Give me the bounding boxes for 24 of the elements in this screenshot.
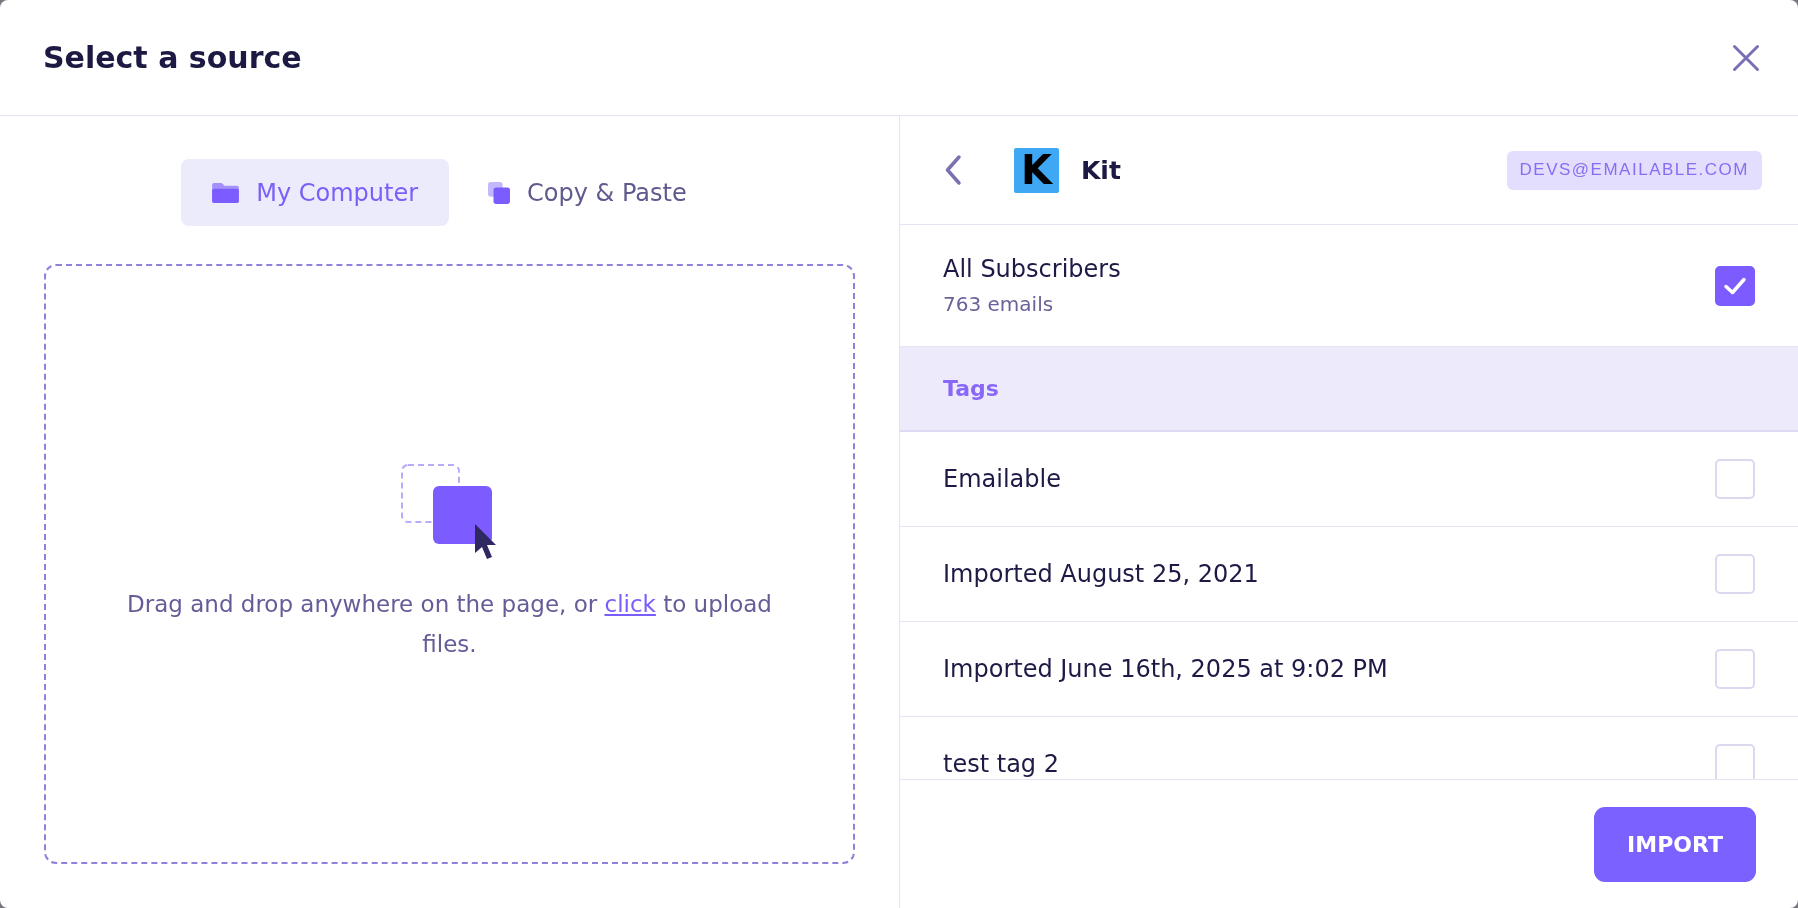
dialog-title: Select a source xyxy=(43,40,302,75)
tag-name: Emailable xyxy=(943,465,1061,493)
close-icon xyxy=(1732,43,1760,72)
list-name: All Subscribers xyxy=(943,255,1121,283)
drag-file-icon xyxy=(401,464,498,560)
integration-name: Kit xyxy=(1081,155,1121,185)
tag-name: test tag 2 xyxy=(943,750,1059,778)
tag-name: Imported June 16th, 2025 at 9:02 PM xyxy=(943,655,1388,683)
source-tab[interactable]: Copy & Paste xyxy=(457,159,718,226)
click-link[interactable]: click xyxy=(604,591,656,617)
drop-instructions: Drag and drop anywhere on the page, or click to upload files. xyxy=(126,590,773,659)
checkbox[interactable] xyxy=(1715,265,1755,306)
checkmark-icon xyxy=(1723,275,1747,296)
tag-name: Imported August 25, 2021 xyxy=(943,560,1259,588)
source-tab[interactable]: My Computer xyxy=(181,159,450,226)
chevron-left-icon xyxy=(944,154,962,186)
email-count: 763 emails xyxy=(943,292,1055,316)
folder-icon xyxy=(212,182,240,203)
copy-icon xyxy=(488,181,511,204)
app-logo: K xyxy=(1014,147,1059,193)
tags-section-header: Tags xyxy=(900,347,1798,432)
account-email-badge: DEVS@EMAILABLE.COM xyxy=(1506,150,1762,190)
drop-zone[interactable]: Drag and drop anywhere on the page, or click to upload files. xyxy=(44,264,855,864)
import-button[interactable]: IMPORT xyxy=(1594,806,1756,882)
